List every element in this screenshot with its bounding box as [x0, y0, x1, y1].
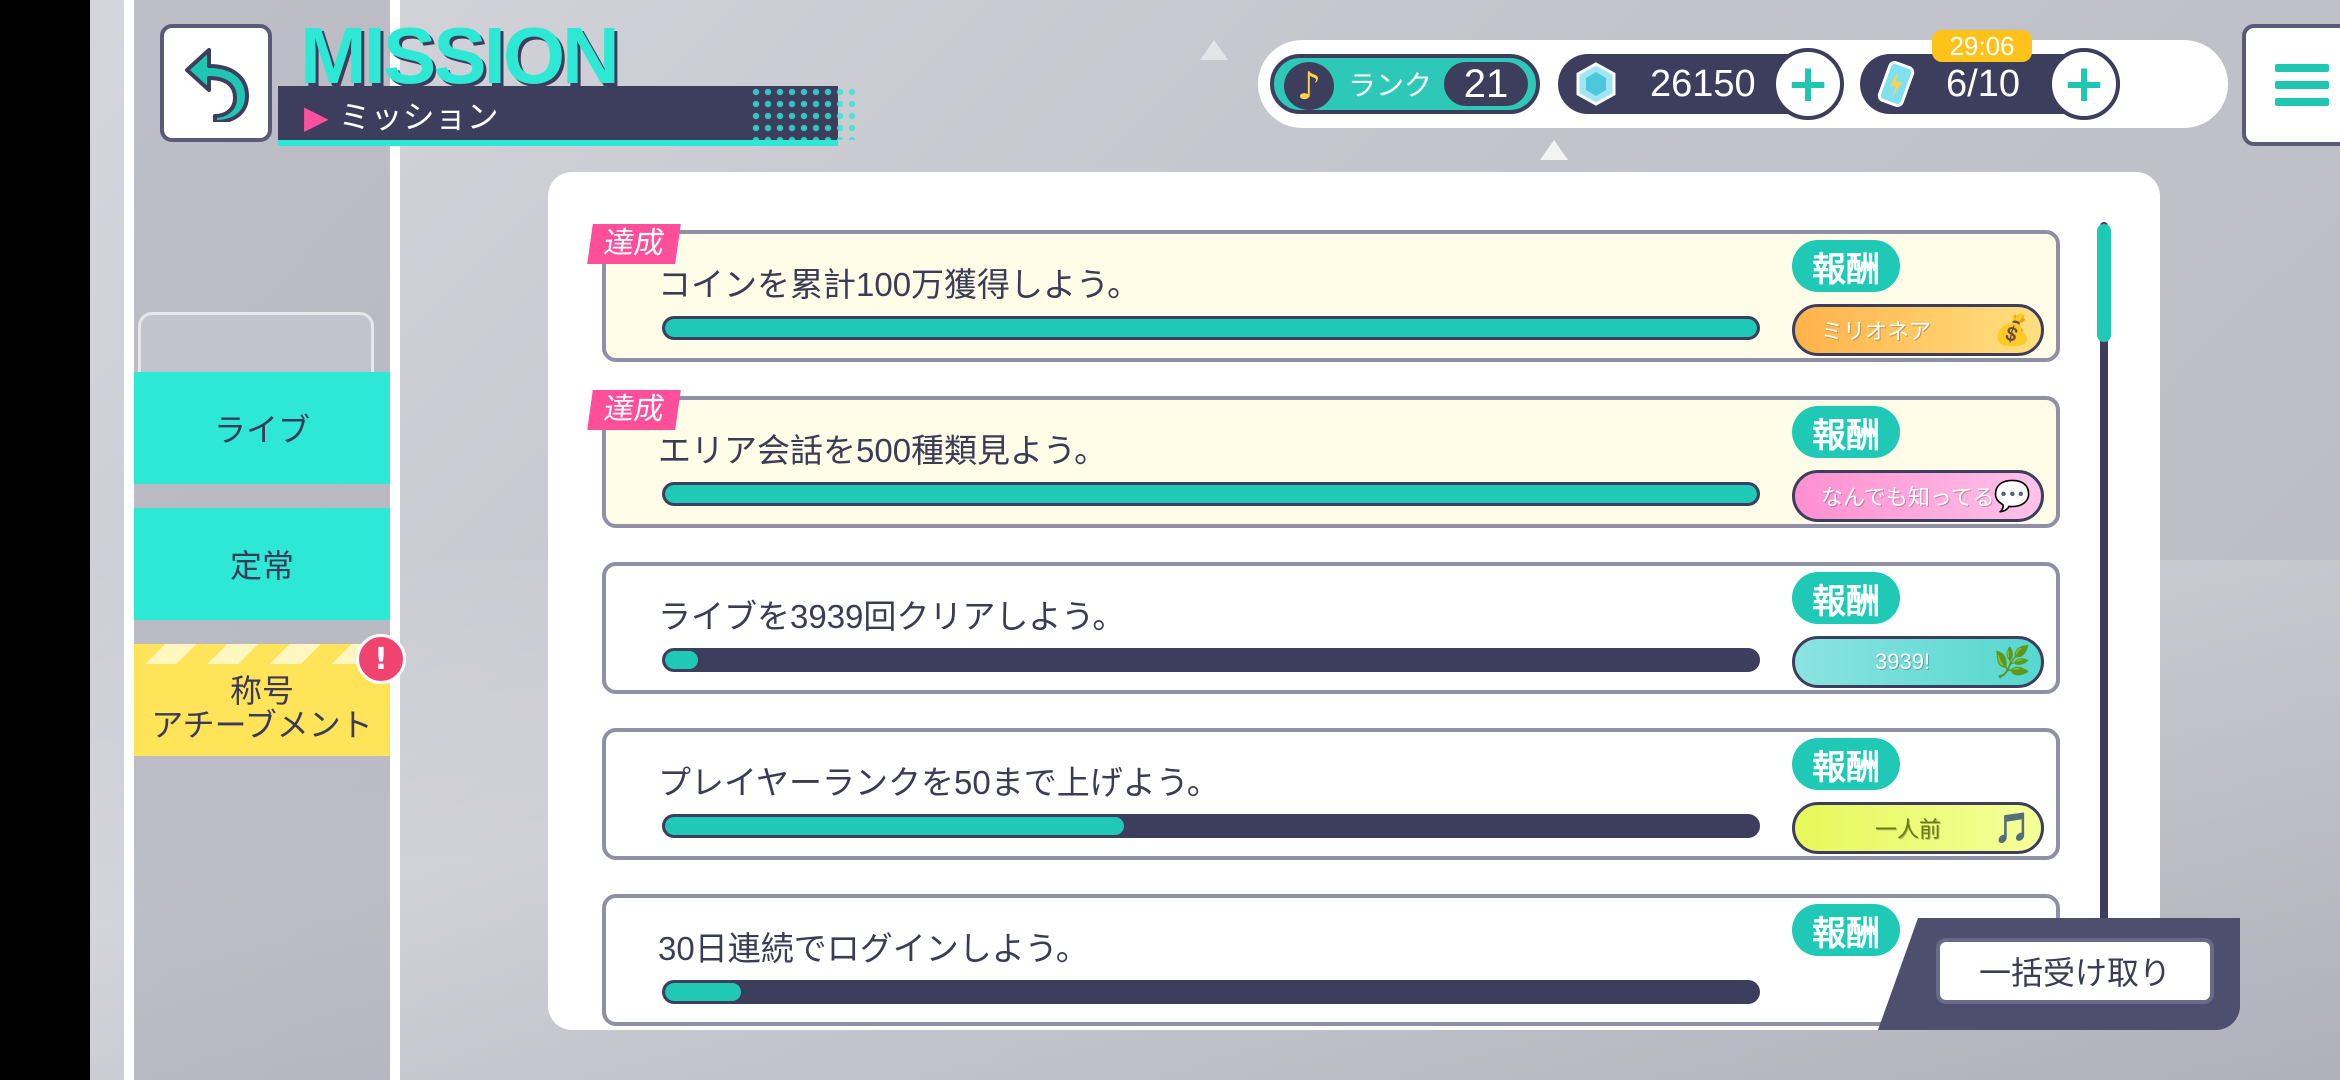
mission-progress-bar: [662, 814, 1760, 838]
mission-title: エリア会話を500種類見よう。: [658, 432, 1108, 469]
sidebar-rail: [390, 0, 400, 1080]
mission-list-panel[interactable]: 達成 コインを累計100万獲得しよう。 報酬 ミリオネア 💰 達成 エリア会話を…: [548, 172, 2160, 1030]
sidebar-rail: [124, 0, 134, 1080]
rank-display: ♪ ランク 21: [1270, 54, 1540, 114]
progress-fill: [665, 651, 698, 669]
gem-count: 26150: [1650, 62, 1756, 105]
hamburger-icon: [2275, 64, 2329, 72]
sidebar-item-regular[interactable]: 定常: [134, 508, 390, 620]
energy-count: 6/10: [1946, 62, 2020, 105]
rank-value: 21: [1444, 62, 1528, 106]
sidebar-item-label: 定常: [229, 548, 294, 584]
crystal-gem-icon: [1576, 62, 1616, 106]
laurel-icon: 🌿: [1993, 646, 2031, 679]
back-arrow-icon: [185, 48, 249, 122]
reward-label: 報酬: [1792, 904, 1900, 956]
background-triangle: [1540, 140, 1568, 160]
mission-title: コインを累計100万獲得しよう。: [658, 266, 1141, 303]
plus-icon: +: [1786, 54, 1830, 114]
reward-title-badge[interactable]: 一人前 🎵: [1792, 802, 2044, 854]
mission-card[interactable]: プレイヤーランクを50まで上げよう。 報酬 一人前 🎵: [602, 728, 2060, 860]
menu-button[interactable]: [2242, 24, 2340, 146]
reward-title-badge[interactable]: 3939! 🌿: [1792, 636, 2044, 688]
progress-fill: [665, 485, 1757, 503]
energy-timer: 29:06: [1932, 30, 2032, 62]
stripe-decoration: [134, 644, 390, 664]
page-title: MISSION: [300, 11, 620, 100]
reward-label: 報酬: [1792, 406, 1900, 458]
mission-title: 30日連続でログインしよう。: [658, 930, 1089, 967]
add-energy-button[interactable]: +: [2048, 48, 2120, 120]
reward-badge-text: 3939!: [1875, 649, 1931, 674]
scrollbar-thumb[interactable]: [2097, 224, 2111, 342]
speech-bubble-icon: 💬: [1993, 480, 2031, 513]
mission-progress-bar: [662, 482, 1760, 506]
rank-label: ランク: [1348, 70, 1433, 101]
mission-card[interactable]: 達成 エリア会話を500種類見よう。 報酬 なんでも知ってる 💬: [587, 390, 2060, 528]
background-triangle: [1200, 40, 1228, 60]
reward-label: 報酬: [1792, 572, 1900, 624]
coin-bag-icon: 💰: [1993, 314, 2031, 347]
sidebar-item-label: 称号 アチーブメント: [151, 673, 373, 743]
header-dot-pattern: [750, 86, 860, 140]
sidebar-item-live[interactable]: ライブ: [134, 372, 390, 484]
reward-badge-text: 一人前: [1875, 817, 1942, 842]
device-black-border: [0, 0, 90, 1080]
back-button[interactable]: [160, 24, 272, 142]
mission-screen: ライブ 定常 称号 アチーブメント ! MISSION ▶ ミッション ♪ ランク…: [90, 0, 2340, 1080]
reward-badge-text: ミリオネア: [1821, 319, 1932, 344]
plus-icon: +: [2062, 54, 2106, 114]
mission-card[interactable]: ライブを3939回クリアしよう。 報酬 3939! 🌿: [602, 562, 2060, 694]
reward-title-badge[interactable]: ミリオネア 💰: [1792, 304, 2044, 356]
reward-badge-text: なんでも知ってる: [1821, 485, 1995, 510]
mission-progress-bar: [662, 316, 1760, 340]
reward-title-badge[interactable]: なんでも知ってる 💬: [1792, 470, 2044, 522]
bulk-receive-button[interactable]: 一括受け取り: [1936, 938, 2214, 1004]
mission-card[interactable]: 30日連続でログインしよう。 報酬: [602, 894, 2060, 1026]
music-note-icon: ♪: [1284, 62, 1334, 110]
alert-badge-icon: !: [356, 634, 406, 684]
page-subtitle: ▶ ミッション: [304, 92, 499, 138]
sidebar-item-title-achievement[interactable]: 称号 アチーブメント: [134, 644, 390, 756]
mission-progress-bar: [662, 648, 1760, 672]
reward-label: 報酬: [1792, 240, 1900, 292]
mission-title: プレイヤーランクを50まで上げよう。: [658, 764, 1220, 801]
reward-label: 報酬: [1792, 738, 1900, 790]
page-subtitle-text: ミッション: [338, 99, 499, 135]
progress-fill: [665, 983, 742, 1001]
music-note-icon: 🎵: [1993, 812, 2031, 845]
sidebar-item-label: ライブ: [213, 412, 310, 448]
energy-drink-icon: [1877, 61, 1915, 107]
mission-progress-bar: [662, 980, 1760, 1004]
mission-title: ライブを3939回クリアしよう。: [658, 598, 1126, 635]
mission-card[interactable]: 達成 コインを累計100万獲得しよう。 報酬 ミリオネア 💰: [587, 224, 2060, 362]
progress-fill: [665, 319, 1757, 337]
add-gems-button[interactable]: +: [1772, 48, 1844, 120]
progress-fill: [665, 817, 1124, 835]
triangle-icon: ▶: [304, 99, 329, 135]
